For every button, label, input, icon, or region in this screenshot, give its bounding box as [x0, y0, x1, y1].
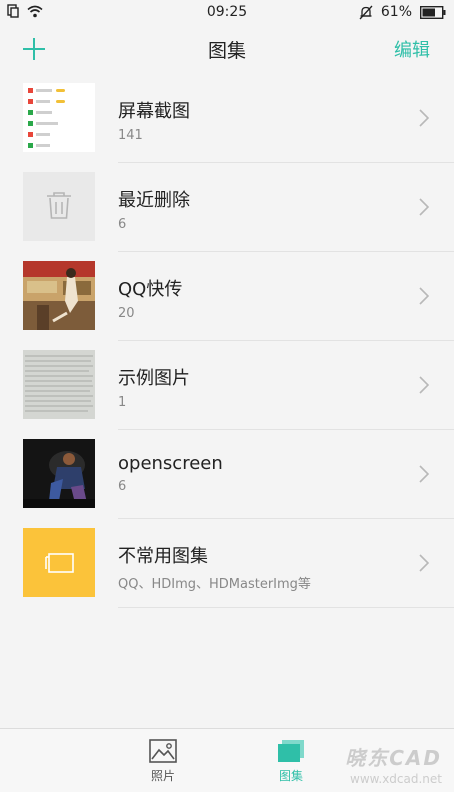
- tab-photos[interactable]: 照片: [123, 729, 203, 792]
- watermark-url: www.xdcad.net: [350, 772, 442, 786]
- status-right: 61%: [359, 4, 446, 20]
- album-count: QQ、HDImg、HDMasterImg等: [118, 577, 311, 592]
- album-text: 示例图片 1: [118, 364, 190, 410]
- album-list: 屏幕截图 141 最近删除 6 QQ快传 20 示例图片 1 openscree…: [0, 74, 454, 608]
- album-name: 示例图片: [118, 368, 190, 389]
- header: 图集 编辑: [0, 26, 454, 74]
- rarely-used-thumb: [23, 528, 95, 597]
- photo-icon: [149, 739, 177, 763]
- page-title: 图集: [207, 40, 246, 62]
- album-name: 最近删除: [118, 190, 190, 211]
- album-text: 不常用图集 QQ、HDImg、HDMasterImg等: [118, 542, 311, 592]
- bell-muted-icon: [359, 5, 373, 19]
- album-count: 6: [118, 479, 127, 494]
- album-count: 20: [118, 306, 135, 321]
- album-row-screenshots[interactable]: 屏幕截图 141: [0, 74, 454, 163]
- album-text: openscreen 6: [118, 453, 223, 494]
- album-name: 不常用图集: [118, 546, 208, 567]
- tab-photos-label: 照片: [150, 769, 175, 783]
- album-count: 141: [118, 128, 143, 143]
- album-name: QQ快传: [118, 279, 183, 300]
- tab-albums[interactable]: 图集: [251, 729, 331, 792]
- trash-icon: [47, 192, 71, 219]
- folder-icon: [23, 528, 95, 597]
- chevron-right-icon: [419, 554, 430, 572]
- album-row-recently-deleted[interactable]: 最近删除 6: [0, 163, 454, 252]
- qq-transfer-thumb: [23, 261, 95, 330]
- photo-thumb: [23, 350, 95, 419]
- album-row-openscreen[interactable]: openscreen 6: [0, 430, 454, 519]
- album-row-sample-pictures[interactable]: 示例图片 1: [0, 341, 454, 430]
- photo-thumb: [23, 439, 95, 508]
- battery-icon: [420, 5, 446, 19]
- chevron-right-icon: [419, 109, 430, 127]
- album-count: 6: [118, 217, 127, 232]
- battery-percent: 61%: [380, 4, 412, 20]
- screenshot-preview: [23, 83, 95, 152]
- album-text: 最近删除 6: [118, 186, 190, 232]
- openscreen-thumb: [23, 439, 95, 508]
- status-bar: 09:25 61%: [0, 0, 454, 26]
- chevron-right-icon: [419, 198, 430, 216]
- edit-button[interactable]: 编辑: [394, 36, 430, 62]
- album-count: 1: [118, 395, 127, 410]
- screenshot-thumb: [23, 83, 95, 152]
- album-icon: [278, 740, 304, 762]
- album-name: openscreen: [118, 453, 223, 474]
- watermark-logo: 晓东CAD: [345, 746, 442, 770]
- album-row-rarely-used[interactable]: 不常用图集 QQ、HDImg、HDMasterImg等: [0, 519, 454, 608]
- recently-deleted-thumb: [23, 172, 95, 241]
- tab-albums-label: 图集: [278, 769, 303, 783]
- album-text: 屏幕截图 141: [118, 97, 190, 143]
- album-row-qq-transfer[interactable]: QQ快传 20: [0, 252, 454, 341]
- album-name: 屏幕截图: [118, 101, 190, 122]
- bottom-nav: 照片 图集 晓东CAD www.xdcad.net: [0, 728, 454, 792]
- chevron-right-icon: [419, 376, 430, 394]
- photo-thumb: [23, 261, 95, 330]
- sample-pictures-thumb: [23, 350, 95, 419]
- chevron-right-icon: [419, 287, 430, 305]
- chevron-right-icon: [419, 465, 430, 483]
- row-divider: [118, 607, 454, 608]
- watermark: 晓东CAD www.xdcad.net: [332, 742, 442, 786]
- album-text: QQ快传 20: [118, 275, 182, 321]
